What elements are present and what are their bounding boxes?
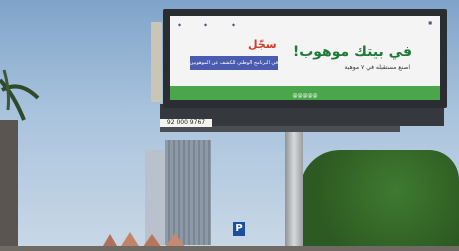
palm-tree: [0, 69, 40, 121]
logo-icon: ■: [428, 20, 432, 25]
ground: [0, 246, 459, 251]
tree-canopy: [300, 150, 459, 251]
photo-scene: P 92 000 9767 ■ ◆ ◆ ◆ سجّل في البرنامج ا…: [0, 0, 459, 251]
program-banner: في البرنامج الوطني للكشف عن الموهوبين: [190, 56, 278, 70]
ad-headline: في بيتك موهوب!: [292, 44, 412, 60]
billboard-side-panel: [151, 22, 162, 102]
sponsor-logo-icon: ◆: [204, 22, 208, 27]
sponsor-logo-icon: ◆: [232, 22, 236, 27]
social-handles: @@@@@: [292, 93, 318, 99]
sponsor-logo-icon: ◆: [178, 22, 182, 27]
billboard-ad: ■ ◆ ◆ ◆ سجّل في البرنامج الوطني للكشف عن…: [170, 16, 440, 100]
parking-sign: P: [233, 222, 245, 236]
ad-subheadline: اصنع مستقبله في ٧ موهبة: [344, 64, 410, 71]
billboard-pole: [285, 128, 303, 251]
register-text: سجّل: [248, 38, 277, 51]
building-left: [0, 120, 18, 251]
phone-number-sign: 92 000 9767: [160, 119, 212, 127]
